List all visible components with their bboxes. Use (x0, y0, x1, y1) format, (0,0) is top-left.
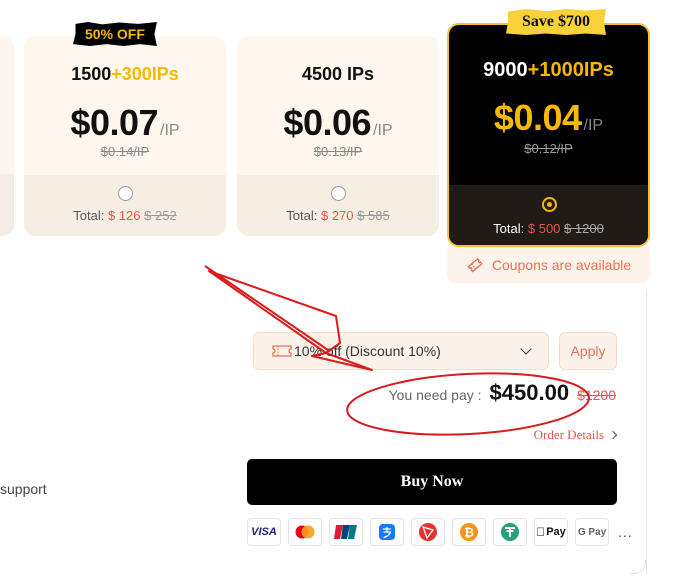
apply-coupon-button[interactable]: Apply (559, 332, 617, 370)
plan-radio[interactable] (331, 186, 346, 201)
chevron-right-icon (608, 430, 618, 440)
plan-original-price: $0.13/IP (313, 144, 363, 159)
plan-total: Total: $ 500 $ 1200 (493, 221, 604, 236)
plan-price: $0.06/IP (283, 102, 393, 143)
unionpay-icon (329, 518, 363, 546)
mastercard-icon (288, 518, 322, 546)
order-details-link[interactable]: Order Details (533, 427, 618, 443)
plan-title: 4500 IPs (301, 64, 375, 84)
plan-price: $0.04/IP (493, 97, 604, 138)
tether-icon (493, 518, 527, 546)
order-details-text: Order Details (533, 427, 604, 442)
coupon-dropdown[interactable]: 10% off (Discount 10%) (253, 332, 549, 370)
svg-text:₿: ₿ (464, 526, 474, 540)
pay-amount: $450.00 (489, 380, 570, 405)
chevron-down-icon (520, 343, 532, 355)
coupons-available-note[interactable]: Coupons are available (447, 247, 650, 283)
visa-icon: VISA (247, 518, 281, 546)
google-pay-icon: G Pay (575, 518, 609, 546)
plan-card-1500[interactable]: 1500+300IPs $0.07/IP $0.14/IP Total: $ 1… (24, 36, 226, 236)
ticket-icon (467, 257, 483, 273)
payment-methods: VISA ₿ Pay G Pay ... (247, 518, 633, 546)
more-payment-methods[interactable]: ... (618, 524, 633, 540)
pay-original: $1200 (577, 387, 616, 403)
plan-card-partial[interactable] (0, 36, 14, 236)
plan-total: Total: $ 270 $ 585 (286, 208, 390, 223)
support-text[interactable]: support (0, 481, 47, 497)
plan-card-4500[interactable]: 4500 IPs $0.06/IP $0.13/IP Total: $ 270 … (237, 36, 439, 236)
plan-original-price: $0.14/IP (100, 144, 150, 159)
pay-summary: You need pay : $450.00 $1200 (389, 380, 616, 406)
plan-title: 1500+300IPs (71, 64, 179, 84)
plan-original-price: $0.12/IP (524, 141, 573, 156)
discount-badge: 50% OFF (73, 22, 157, 46)
bitcoin-icon: ₿ (452, 518, 486, 546)
plan-price: $0.07/IP (70, 102, 180, 143)
panel-border (646, 290, 647, 574)
plan-radio[interactable] (118, 186, 133, 201)
plan-total: Total: $ 126 $ 252 (73, 208, 177, 223)
alipay-icon (370, 518, 404, 546)
pay-label: You need pay : (388, 387, 482, 403)
coupon-dropdown-value: 10% off (Discount 10%) (294, 343, 441, 359)
coupon-ticket-icon (272, 345, 292, 357)
plan-radio-selected[interactable] (541, 197, 557, 212)
coupons-available-text: Coupons are available (491, 257, 632, 273)
panel-corner (630, 560, 646, 574)
tron-icon (411, 518, 445, 546)
buy-now-button[interactable]: Buy Now (247, 459, 617, 505)
plan-title: 9000+1000IPs (483, 59, 614, 81)
apple-pay-icon: Pay (534, 518, 568, 546)
plan-card-9000-selected[interactable]: 9000+1000IPs $0.04/IP $0.12/IP Total: $ … (447, 23, 650, 247)
save-badge: Save $700 (506, 9, 606, 35)
